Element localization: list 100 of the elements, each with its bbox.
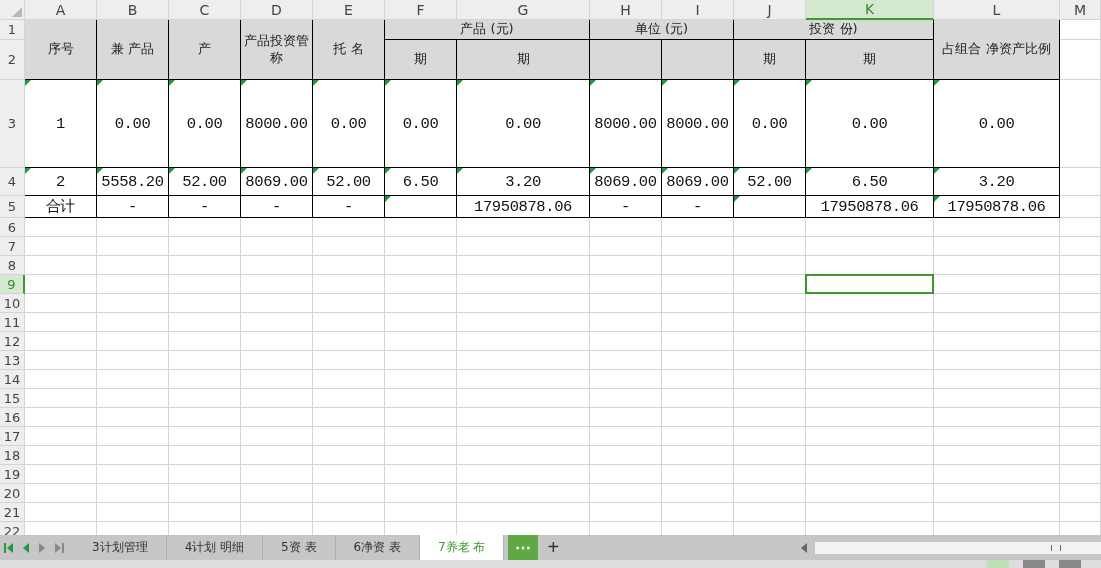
row-header[interactable]: 16 <box>0 408 25 427</box>
empty-cell <box>662 275 734 294</box>
row-header[interactable]: 21 <box>0 503 25 522</box>
row-header[interactable]: 4 <box>0 168 25 196</box>
empty-cell <box>662 351 734 370</box>
empty-cell <box>241 427 313 446</box>
row-header[interactable]: 14 <box>0 370 25 389</box>
row-header[interactable]: 19 <box>0 465 25 484</box>
empty-cell <box>97 408 169 427</box>
column-header[interactable]: L <box>934 0 1060 20</box>
previous-sheet-icon[interactable] <box>22 541 30 554</box>
row-header[interactable]: 22 <box>0 522 25 535</box>
row-header[interactable]: 15 <box>0 389 25 408</box>
empty-cell <box>169 465 241 484</box>
empty-cell <box>662 237 734 256</box>
select-all-icon[interactable] <box>12 7 22 17</box>
empty-cell <box>734 370 806 389</box>
row-header[interactable]: 17 <box>0 427 25 446</box>
empty-cell <box>241 389 313 408</box>
row-header[interactable]: 18 <box>0 446 25 465</box>
table-cell: 8069.00 <box>245 172 308 191</box>
row-header[interactable]: 12 <box>0 332 25 351</box>
first-sheet-icon[interactable] <box>4 541 14 554</box>
column-title: 期 <box>763 51 776 68</box>
empty-cell <box>662 408 734 427</box>
row-header[interactable]: 20 <box>0 484 25 503</box>
last-sheet-icon[interactable] <box>54 541 64 554</box>
empty-cell <box>590 351 662 370</box>
row-header[interactable]: 1 <box>0 20 25 40</box>
column-header[interactable]: A <box>25 0 97 20</box>
empty-cell <box>169 256 241 275</box>
table-cell: 17950878.06 <box>947 197 1046 216</box>
row-header[interactable]: 11 <box>0 313 25 332</box>
table-cell: 0.00 <box>505 114 541 133</box>
table-cell: - <box>128 197 137 216</box>
row-header[interactable]: 5 <box>0 196 25 218</box>
empty-cell <box>662 313 734 332</box>
column-header[interactable]: C <box>169 0 241 20</box>
column-header[interactable]: F <box>385 0 457 20</box>
table-cell: 3.20 <box>505 172 541 191</box>
empty-cell <box>169 218 241 237</box>
empty-cell <box>385 294 457 313</box>
next-sheet-icon[interactable] <box>38 541 46 554</box>
table-cell: 0.00 <box>978 114 1015 133</box>
empty-cell <box>1060 465 1101 484</box>
empty-cell <box>97 313 169 332</box>
empty-cell <box>662 503 734 522</box>
empty-cell <box>313 427 385 446</box>
empty-cell <box>97 332 169 351</box>
column-header[interactable]: E <box>313 0 385 20</box>
selected-cell[interactable] <box>805 274 934 294</box>
empty-cell <box>734 484 806 503</box>
sheet-tab[interactable]: 7养老 布 <box>420 535 505 560</box>
column-header[interactable]: I <box>662 0 734 20</box>
table-cell: - <box>272 197 281 216</box>
table-cell: 2 <box>56 172 65 191</box>
add-sheet-button[interactable]: + <box>538 535 569 560</box>
column-header[interactable]: B <box>97 0 169 20</box>
column-header[interactable]: M <box>1060 0 1101 20</box>
empty-cell <box>590 484 662 503</box>
empty-cell <box>662 446 734 465</box>
row-header[interactable]: 2 <box>0 40 25 80</box>
empty-cell <box>241 256 313 275</box>
column-header[interactable]: H <box>590 0 662 20</box>
empty-cell <box>169 446 241 465</box>
empty-cell <box>313 313 385 332</box>
row-header[interactable]: 13 <box>0 351 25 370</box>
table-cell: 3.20 <box>978 172 1015 191</box>
column-title: 期 <box>516 51 530 68</box>
empty-cell <box>1060 408 1101 427</box>
empty-cell <box>313 294 385 313</box>
empty-cell <box>241 408 313 427</box>
row-header[interactable]: 6 <box>0 218 25 237</box>
empty-cell <box>590 275 662 294</box>
empty-cell <box>97 484 169 503</box>
empty-cell <box>1060 332 1101 351</box>
empty-cell <box>169 275 241 294</box>
row-header[interactable]: 3 <box>0 80 25 168</box>
table-cell: 0.00 <box>114 114 151 133</box>
empty-cell <box>241 503 313 522</box>
row-header[interactable]: 8 <box>0 256 25 275</box>
table-cell: 6.50 <box>402 172 439 191</box>
column-header[interactable]: J <box>734 0 806 20</box>
column-header[interactable]: D <box>241 0 313 20</box>
scroll-left-icon[interactable] <box>801 542 807 553</box>
empty-cell <box>97 275 169 294</box>
table-cell: - <box>200 197 209 216</box>
empty-cell <box>169 427 241 446</box>
horizontal-scrollbar[interactable] <box>815 541 1101 554</box>
table-cell: 8000.00 <box>666 114 729 133</box>
empty-cell <box>734 503 806 522</box>
empty-cell <box>590 408 662 427</box>
table-cell: 17950878.06 <box>820 197 919 216</box>
empty-cell <box>590 503 662 522</box>
row-header[interactable]: 10 <box>0 294 25 313</box>
empty-cell <box>241 313 313 332</box>
column-header[interactable]: G <box>457 0 590 20</box>
empty-cell <box>241 332 313 351</box>
row-header[interactable]: 7 <box>0 237 25 256</box>
empty-cell <box>313 256 385 275</box>
